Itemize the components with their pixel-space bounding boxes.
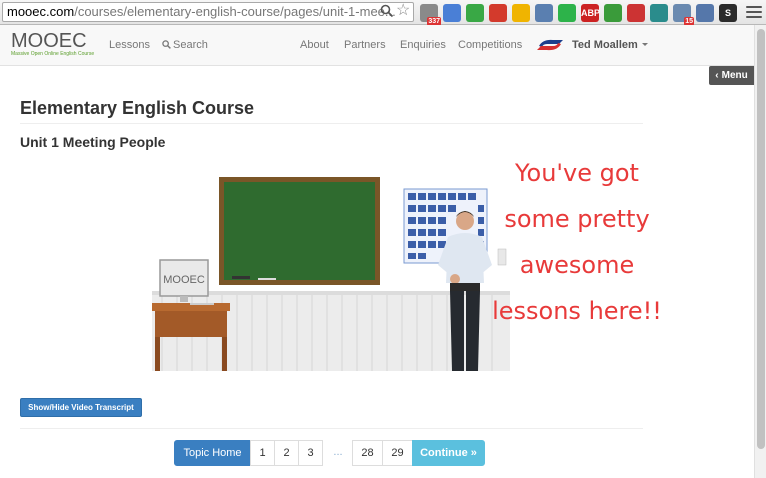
mail-icon[interactable]: 337 (420, 3, 441, 26)
callout-line-3: awesome (519, 251, 635, 279)
s-icon[interactable]: S (719, 3, 737, 22)
callout-line-4: lessons here!! (492, 297, 662, 325)
scrollbar-thumb[interactable] (757, 29, 765, 449)
url-host: mooec.com (7, 4, 75, 19)
callout-line-1: You've got (515, 159, 639, 187)
continue-button[interactable]: Continue » (412, 440, 485, 466)
menu-button[interactable]: ‹ Menu (709, 66, 754, 85)
lesson-video[interactable]: MOOEC (152, 165, 510, 371)
page-link-29[interactable]: 29 (382, 440, 413, 466)
menu-label: Menu (721, 70, 748, 81)
caret-down-icon (641, 43, 648, 46)
museum-icon[interactable] (650, 3, 668, 22)
feedly-icon[interactable] (604, 3, 622, 22)
calendar-icon[interactable]: 15 (673, 3, 694, 26)
logo-tagline: Massive Open Online English Course (11, 51, 95, 57)
bookmark-red-icon[interactable] (489, 3, 507, 22)
topic-home-button[interactable]: Topic Home (174, 440, 251, 466)
extension-label: ABP (581, 7, 601, 18)
nav-competitions[interactable]: Competitions (458, 25, 522, 66)
search-icon (162, 40, 171, 49)
divider (20, 123, 643, 124)
nav-search[interactable]: Search (162, 25, 208, 66)
page-link-3[interactable]: 3 (298, 440, 323, 466)
course-title: Elementary English Course (20, 98, 255, 118)
drive-icon[interactable] (512, 3, 530, 22)
chrome-menu-icon[interactable] (746, 3, 762, 21)
user-menu[interactable]: Ted Moallem (572, 25, 648, 66)
mooec-logo[interactable]: MOOEC Massive Open Online English Course (11, 30, 95, 61)
chalkboard (224, 182, 375, 280)
address-bar[interactable]: mooec.com/courses/elementary-english-cou… (2, 2, 414, 22)
plus-icon[interactable] (627, 3, 645, 22)
divider (20, 428, 643, 429)
pagination: Topic Home 1 2 3 ... 28 29 Continue » (174, 440, 485, 466)
clock-icon[interactable] (535, 3, 553, 22)
page-scrollbar[interactable] (754, 25, 766, 478)
callout-line-2: some pretty (504, 205, 650, 233)
extension-label: S (724, 7, 731, 18)
url-path: /courses/elementary-english-course/pages… (74, 4, 396, 19)
hangouts-icon[interactable] (558, 3, 576, 22)
nav-about[interactable]: About (300, 25, 329, 66)
nav-enquiries[interactable]: Enquiries (400, 25, 446, 66)
evernote-icon[interactable] (466, 3, 484, 22)
pagination-ellipsis: ... (323, 440, 353, 466)
bookmark-star-icon[interactable]: ☆ (396, 3, 410, 19)
page-link-2[interactable]: 2 (274, 440, 299, 466)
adblock-icon[interactable]: ABP (581, 3, 601, 22)
logo-text: MOOEC (11, 30, 87, 52)
user-name: Ted Moallem (572, 39, 638, 51)
page-link-28[interactable]: 28 (352, 440, 383, 466)
user-badge-icon (537, 39, 563, 51)
browser-toolbar: mooec.com/courses/elementary-english-cou… (0, 0, 766, 26)
monitor-label: MOOEC (163, 274, 205, 286)
translate-icon[interactable] (443, 3, 461, 22)
annotation-callout: You've got some pretty awesome lessons h… (492, 150, 662, 334)
star-square-icon[interactable] (696, 3, 714, 22)
nav-partners[interactable]: Partners (344, 25, 386, 66)
page-link-1[interactable]: 1 (250, 440, 275, 466)
search-icon[interactable] (380, 4, 394, 18)
site-navbar: MOOEC Massive Open Online English Course… (0, 25, 754, 66)
extension-icons: 337 ABP 15 S (420, 3, 737, 26)
video-transcript-button[interactable]: Show/Hide Video Transcript (20, 398, 142, 417)
chevron-left-icon: ‹ (715, 70, 719, 81)
nav-lessons[interactable]: Lessons (109, 25, 150, 66)
unit-title: Unit 1 Meeting People (20, 134, 166, 150)
nav-search-label: Search (173, 39, 208, 51)
